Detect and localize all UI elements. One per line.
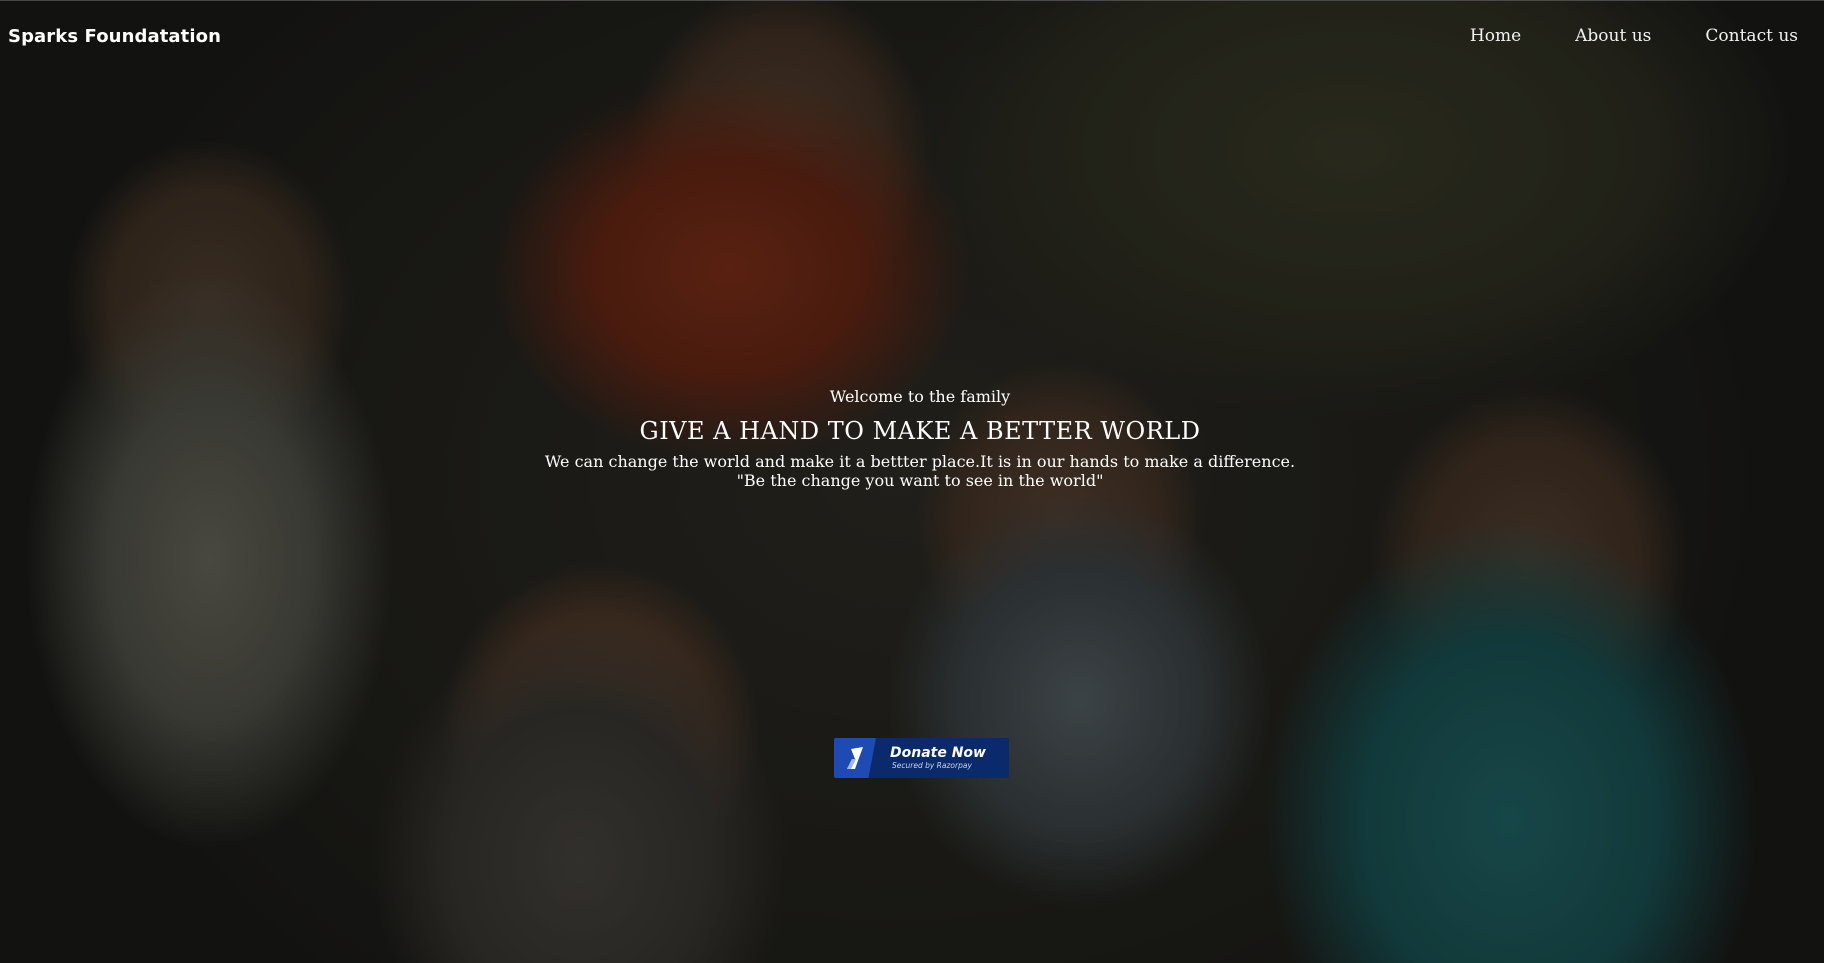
nav-about-link[interactable]: About us [1575,26,1651,46]
donate-secured-by: Secured by Razorpay [892,761,972,770]
hero-tagline-quote: "Be the change you want to see in the wo… [736,471,1104,490]
donate-texts: Donate Now Secured by Razorpay [876,738,986,778]
navbar: Sparks Foundatation Home About us Contac… [0,0,1824,76]
hero-content: Welcome to the family GIVE A HAND TO MAK… [0,386,1824,490]
donate-now-button[interactable]: Donate Now Secured by Razorpay [834,738,1009,778]
razorpay-logo-icon [834,738,876,778]
welcome-text: Welcome to the family [829,387,1011,406]
nav-contact-link[interactable]: Contact us [1705,26,1798,46]
hero-tagline-line1: We can change the world and make it a be… [544,452,1296,471]
brand-logo-text[interactable]: Sparks Foundatation [8,26,221,47]
nav-home-link[interactable]: Home [1470,26,1521,46]
donate-label: Donate Now [890,745,986,761]
nav-links: Home About us Contact us [1470,26,1798,46]
page: Sparks Foundatation Home About us Contac… [0,0,1824,963]
hero-headline: GIVE A HAND TO MAKE A BETTER WORLD [639,417,1201,445]
